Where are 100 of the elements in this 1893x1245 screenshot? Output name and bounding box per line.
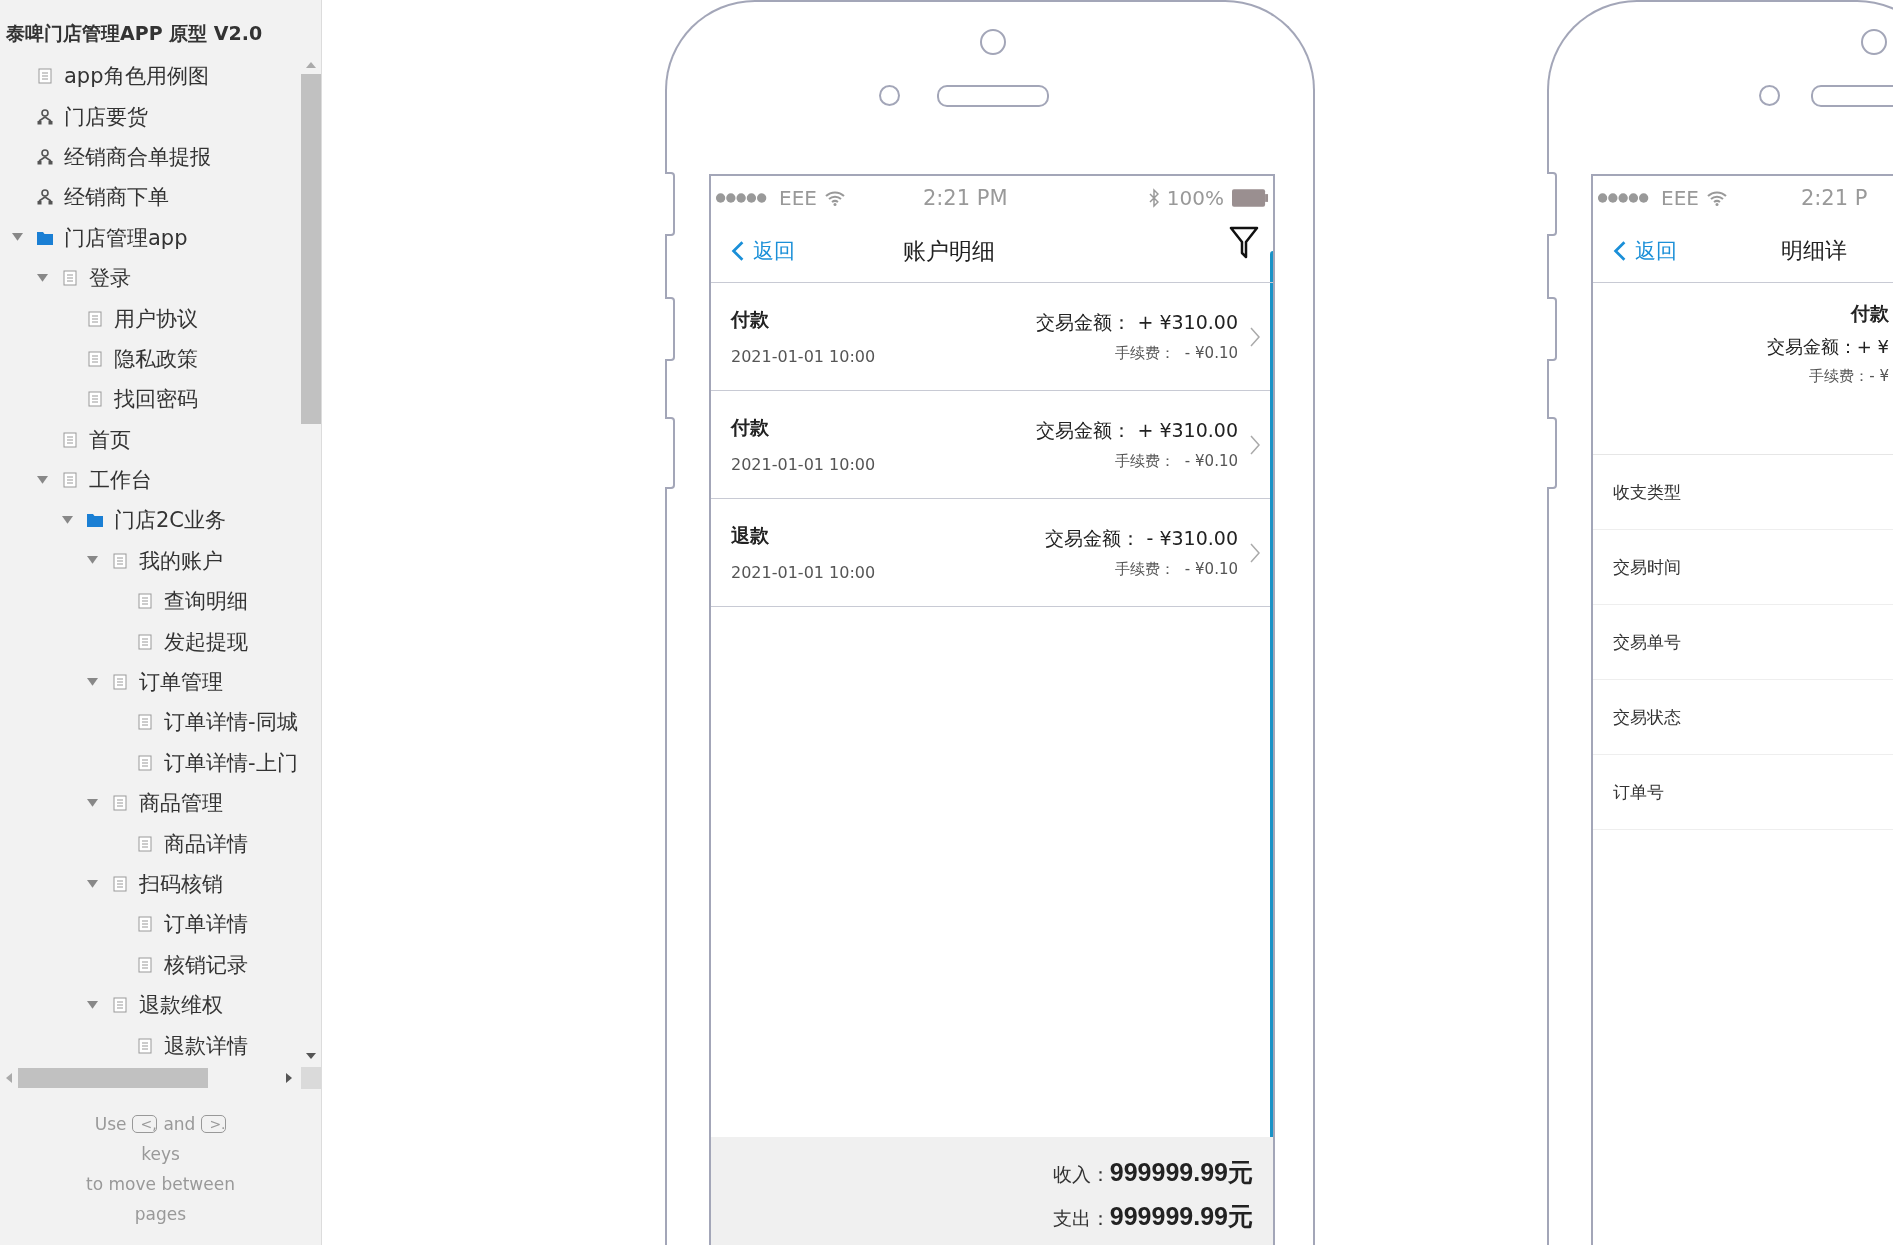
page-tree-item[interactable]: app角色用例图 [64,62,209,91]
battery-icon [1232,189,1269,207]
page-tree-item[interactable]: 门店2C业务 [114,506,227,535]
scroll-up-arrow-icon[interactable] [306,62,316,68]
page-icon [137,1037,153,1054]
transaction-amount: 交易金额：+ ¥ [1766,335,1889,359]
battery-percent: 100% [1166,186,1224,210]
expand-arrow-icon[interactable] [87,1000,98,1010]
page-tree-item[interactable]: 找回密码 [114,385,198,414]
page-tree-item[interactable]: 订单详情-同城 [164,708,298,737]
page-tree-item[interactable]: 发起提现 [164,627,248,656]
flow-icon [37,108,53,125]
transaction-amount: 交易金额： - ¥310.00 [1045,526,1238,551]
field-label: 交易状态 [1613,705,1681,729]
page-tree-item[interactable]: 首页 [89,425,131,454]
page-tree-item[interactable]: 查询明细 [164,587,248,616]
camera-icon [980,29,1006,55]
transaction-type: 退款 [731,523,770,548]
page-tree-item[interactable]: 经销商合单提报 [64,142,211,171]
transaction-time: 2021-01-01 10:00 [731,455,876,474]
keyboard-key: <, [132,1114,158,1134]
hint-text: Use [94,1114,127,1134]
page-icon [137,916,153,933]
scroll-left-arrow-icon[interactable] [6,1073,12,1083]
page-icon [137,835,153,852]
page-tree-item[interactable]: 工作台 [89,466,152,495]
page-tree-item[interactable]: 退款详情 [164,1031,248,1060]
page-icon [137,714,153,731]
filter-icon[interactable] [1229,226,1259,260]
chevron-right-icon [1250,541,1260,564]
status-time: 2:21 P [1800,186,1868,210]
back-chevron-icon [731,240,745,262]
page-icon [112,876,128,892]
page-icon [62,270,78,287]
page-tree-item[interactable]: 经销商下单 [64,183,169,212]
expand-arrow-icon[interactable] [87,879,98,889]
page-icon [112,674,128,691]
page-tree-item[interactable]: 门店要货 [64,102,148,131]
expand-arrow-icon[interactable] [37,475,48,485]
transaction-time: 2021-01-01 10:00 [731,563,876,582]
expand-arrow-icon[interactable] [87,677,98,687]
page-tree-item[interactable]: 我的账户 [139,546,223,575]
page-tree-item[interactable]: 商品管理 [139,789,223,818]
page-tree-item[interactable]: 隐私政策 [114,344,198,373]
status-time: 2:21 PM [922,186,1008,210]
expand-arrow-icon[interactable] [62,516,73,525]
speaker-icon [937,85,1049,107]
field-label: 交易时间 [1613,555,1681,579]
hint-text: keys [141,1143,180,1166]
page-tree-item[interactable]: 订单详情 [164,910,248,939]
page-tree-item[interactable]: 门店管理app [64,223,188,252]
summary-value: 999999.99元 [1109,1201,1253,1232]
hint-text: to move between [86,1173,235,1196]
page-icon [137,593,153,610]
expand-arrow-icon[interactable] [37,273,48,283]
project-title: 泰啤门店管理APP 原型 V2.0 [5,21,264,46]
hint-text: pages [134,1203,187,1226]
keyboard-key: >. [201,1114,227,1134]
sensor-icon [879,85,900,106]
carrier-name: EEE [779,186,817,210]
hint-text: and [163,1114,196,1134]
folder-icon [87,512,103,529]
page-icon [62,431,78,448]
summary-label: 收入： [1052,1162,1110,1187]
transaction-type: 付款 [1851,301,1889,326]
back-button[interactable]: 返回 [1613,237,1677,265]
expand-arrow-icon[interactable] [87,556,98,566]
transaction-amount: 交易金额： + ¥310.00 [1036,310,1238,335]
field-label: 订单号 [1613,780,1664,804]
sensor-icon [1759,85,1780,106]
expand-arrow-icon[interactable] [12,233,23,243]
page-tree-item[interactable]: 用户协议 [114,304,198,333]
page-icon [137,956,153,973]
folder-icon [37,229,53,246]
page-tree-item[interactable]: 退款维权 [139,991,223,1020]
transaction-fee: 手续费： - ¥0.10 [1115,452,1238,471]
page-icon [62,472,78,489]
page-icon [137,754,153,771]
bluetooth-icon [1148,188,1159,208]
scroll-right-arrow-icon[interactable] [286,1073,292,1083]
page-icon [87,310,103,327]
transaction-type: 付款 [731,415,770,440]
back-button[interactable]: 返回 [731,237,795,265]
transaction-fee: 手续费： - ¥0.10 [1115,560,1238,579]
chevron-right-icon [1250,433,1260,456]
page-tree-item[interactable]: 订单详情-上门 [164,748,298,777]
page-icon [112,552,128,569]
expand-arrow-icon[interactable] [87,798,98,808]
page-tree-item[interactable]: 登录 [89,264,131,293]
camera-icon [1861,29,1887,55]
summary-value: 999999.99元 [1109,1157,1253,1188]
scroll-down-arrow-icon[interactable] [306,1053,316,1059]
page-tree-item[interactable]: 扫码核销 [139,870,223,898]
page-icon [87,350,103,367]
page-tree-item[interactable]: 核销记录 [164,950,248,979]
back-chevron-icon [1613,240,1627,262]
page-tree-item[interactable]: 商品详情 [164,829,248,858]
summary-label: 支出： [1052,1206,1110,1231]
page-tree-item[interactable]: 订单管理 [139,668,223,697]
screen-title: 明细详 [1781,237,1847,265]
